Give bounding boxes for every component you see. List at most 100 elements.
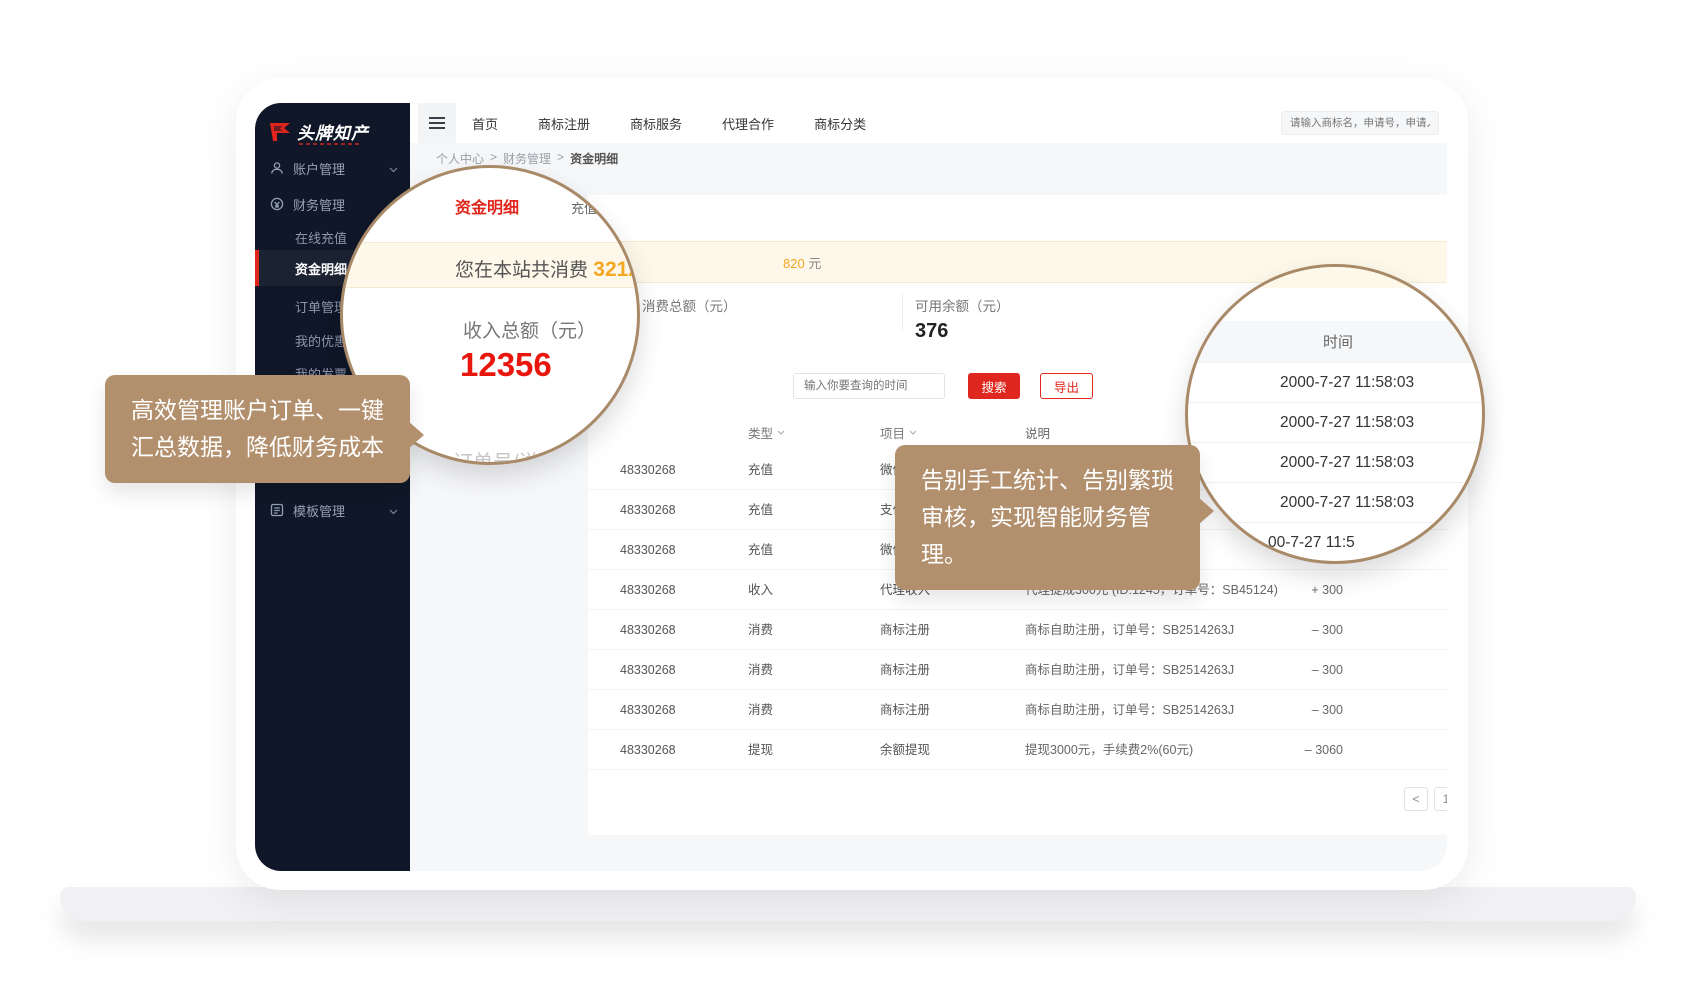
cell-type: 收入 bbox=[748, 570, 773, 610]
cell-project: 商标注册 bbox=[880, 690, 930, 730]
tab-funds-detail[interactable]: 资金明细 bbox=[455, 194, 519, 218]
brand-tagline bbox=[299, 143, 361, 145]
search-button[interactable]: 搜索 bbox=[968, 373, 1020, 399]
magnified-time-cell: 2000-7-27 11:58:03 bbox=[1188, 483, 1485, 523]
cell-type: 充值 bbox=[748, 490, 773, 530]
laptop-base bbox=[60, 887, 1636, 921]
cell-desc: 商标自助注册，订单号：SB2514263J bbox=[1025, 650, 1234, 690]
time-filter bbox=[793, 373, 945, 399]
cell-desc: 提现3000元，手续费2%(60元) bbox=[1025, 730, 1193, 770]
nav-trademark-category[interactable]: 商标分类 bbox=[814, 114, 866, 133]
pagination-prev[interactable]: < bbox=[1404, 787, 1428, 811]
cell-type: 消费 bbox=[748, 690, 773, 730]
callout-text: 告别手工统计、告别繁琐 bbox=[921, 462, 1174, 499]
banner-unit: 元 bbox=[808, 256, 821, 271]
nav-trademark-register[interactable]: 商标注册 bbox=[538, 114, 590, 133]
sort-chevron-icon bbox=[777, 430, 785, 435]
global-search-input[interactable] bbox=[1281, 111, 1439, 135]
table-row: 48330268 消费 商标注册 商标自助注册，订单号：SB2514263J –… bbox=[588, 610, 1447, 650]
cell-order: 48330268 bbox=[620, 530, 676, 570]
cell-type: 提现 bbox=[748, 730, 773, 770]
callout-text: 审核，实现智能财务管 bbox=[921, 499, 1174, 536]
page: 头牌知产 账户管理 财务管理 bbox=[0, 0, 1696, 1002]
breadcrumb-sep: > bbox=[557, 150, 564, 167]
breadcrumb-item[interactable]: 个人中心 bbox=[436, 150, 484, 167]
sidebar-item-account[interactable]: 账户管理 bbox=[255, 151, 410, 185]
cell-amount: – 300 bbox=[1248, 650, 1343, 690]
chevron-down-icon bbox=[389, 503, 398, 518]
cell-project: 余额提现 bbox=[880, 730, 930, 770]
time-filter-input[interactable] bbox=[802, 379, 960, 393]
pagination-page-1[interactable]: 1 bbox=[1434, 787, 1447, 811]
sidebar-item-template[interactable]: 模板管理 bbox=[255, 493, 410, 527]
magnified-time-cell: 2000-7-27 11:58:03 bbox=[1188, 363, 1485, 403]
brand-name: 头牌知产 bbox=[297, 119, 369, 144]
stat-income-label: 收入总额（元） bbox=[463, 316, 596, 343]
cell-order: 48330268 bbox=[620, 690, 676, 730]
cell-order: 48330268 bbox=[620, 450, 676, 490]
magnified-time-cell: 2000-7-27 11:58:03 bbox=[1188, 403, 1485, 443]
magnified-banner: 您在本站共消费 32124 元 bbox=[343, 242, 640, 288]
magnified-time-cell: 2000-7-27 11:58:03 bbox=[1188, 443, 1485, 483]
magnifier-right: 时间 2000-7-27 11:58:03 2000-7-27 11:58:03… bbox=[1185, 264, 1485, 564]
stat-income-value: 12356 bbox=[460, 346, 552, 384]
stat-balance-value: 376 bbox=[915, 320, 1010, 343]
callout-right: 告别手工统计、告别繁琐 审核，实现智能财务管 理。 bbox=[895, 445, 1200, 590]
breadcrumb: 个人中心 > 财务管理 > 资金明细 bbox=[436, 150, 618, 167]
nav-agency[interactable]: 代理合作 bbox=[722, 114, 774, 133]
table-row: 48330268 消费 商标注册 商标自助注册，订单号：SB2514263J –… bbox=[588, 650, 1447, 690]
sidebar-sub-label: 资金明细 bbox=[295, 259, 347, 278]
cell-amount: – 300 bbox=[1248, 610, 1343, 650]
banner-tail: 820 元 bbox=[783, 253, 821, 272]
table-row: 48330268 消费 商标注册 商标自助注册，订单号：SB2514263J –… bbox=[588, 690, 1447, 730]
sidebar-item-label: 账户管理 bbox=[293, 159, 345, 178]
callout-text: 汇总数据，降低财务成本 bbox=[131, 429, 384, 466]
cell-type: 充值 bbox=[748, 450, 773, 490]
header-desc: 说明 bbox=[1025, 423, 1050, 442]
finance-icon bbox=[270, 197, 284, 211]
menu-toggle-button[interactable] bbox=[418, 103, 456, 143]
top-bar: 首页 商标注册 商标服务 代理合作 商标分类 bbox=[410, 103, 1447, 143]
cell-order: 48330268 bbox=[620, 650, 676, 690]
cell-amount: – 300 bbox=[1248, 690, 1343, 730]
stat-balance: 可用余额（元） 376 bbox=[915, 295, 1010, 343]
stat-balance-label: 可用余额（元） bbox=[915, 299, 1010, 314]
cell-amount: – 3060 bbox=[1248, 730, 1343, 770]
callout-text: 高效管理账户订单、一键 bbox=[131, 392, 384, 429]
header-time: 时间 bbox=[1188, 321, 1485, 363]
nav-home[interactable]: 首页 bbox=[472, 114, 498, 133]
callout-text: 理。 bbox=[921, 536, 1174, 573]
cell-project: 商标注册 bbox=[880, 650, 930, 690]
tab-recharge-detail[interactable]: 充值明细 bbox=[571, 198, 623, 217]
export-button-label: 导出 bbox=[1054, 377, 1079, 396]
header-project[interactable]: 项目 bbox=[880, 423, 917, 442]
template-icon bbox=[270, 503, 284, 517]
magnified-banner-sliver bbox=[1188, 267, 1485, 288]
breadcrumb-item[interactable]: 财务管理 bbox=[503, 150, 551, 167]
cell-order: 48330268 bbox=[620, 610, 676, 650]
banner-amount-fragment: 820 bbox=[783, 256, 805, 271]
sort-chevron-icon bbox=[909, 430, 917, 435]
cell-type: 消费 bbox=[748, 650, 773, 690]
cell-order: 48330268 bbox=[620, 730, 676, 770]
nav-trademark-service[interactable]: 商标服务 bbox=[630, 114, 682, 133]
breadcrumb-current: 资金明细 bbox=[570, 150, 618, 167]
export-button[interactable]: 导出 bbox=[1040, 373, 1093, 399]
stat-consume-label: 消费总额（元） bbox=[642, 299, 737, 314]
search-button-label: 搜索 bbox=[981, 377, 1006, 396]
brand-logo: 头牌知产 bbox=[269, 119, 369, 144]
cell-amount: + 300 bbox=[1248, 570, 1343, 610]
sidebar-item-label: 模板管理 bbox=[293, 501, 345, 520]
pagination: < 1 2 3 4 5 bbox=[1404, 787, 1447, 811]
callout-left: 高效管理账户订单、一键 汇总数据，降低财务成本 bbox=[105, 375, 410, 483]
magnified-time-cell: 00-7-27 11:5 bbox=[1188, 523, 1485, 563]
cell-desc: 商标自助注册，订单号：SB2514263J bbox=[1025, 610, 1234, 650]
chevron-down-icon bbox=[389, 161, 398, 176]
cell-type: 充值 bbox=[748, 530, 773, 570]
sidebar-item-label: 财务管理 bbox=[293, 195, 345, 214]
banner-label: 您在本站共消费 bbox=[455, 260, 588, 281]
header-type[interactable]: 类型 bbox=[748, 423, 785, 442]
brand-flag-icon bbox=[269, 122, 291, 142]
cell-project: 商标注册 bbox=[880, 610, 930, 650]
cell-order: 48330268 bbox=[620, 570, 676, 610]
